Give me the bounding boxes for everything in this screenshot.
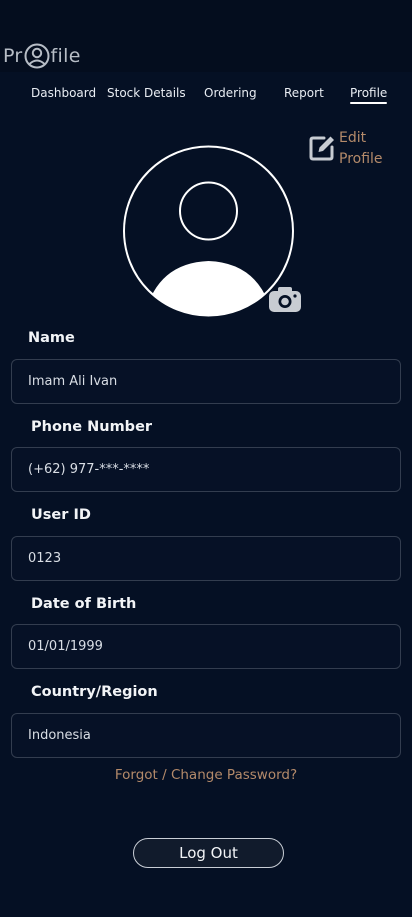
dob-label: Date of Birth <box>31 596 137 612</box>
logo-text-start: Pr <box>3 45 23 67</box>
phone-field[interactable]: (+62) 977-***-**** <box>11 447 401 492</box>
change-photo-button[interactable] <box>268 285 302 313</box>
user-id-value: 0123 <box>28 551 62 566</box>
tab-ordering[interactable]: Ordering <box>204 86 257 100</box>
phone-value: (+62) 977-***-**** <box>28 462 150 477</box>
tab-dashboard[interactable]: Dashboard <box>31 86 96 100</box>
tab-stock-details[interactable]: Stock Details <box>107 86 186 100</box>
name-label: Name <box>28 330 75 346</box>
edit-profile-label: Edit Profile <box>339 128 391 170</box>
country-field[interactable]: Indonesia <box>11 713 401 758</box>
logout-button[interactable]: Log Out <box>133 838 284 868</box>
dob-field[interactable]: 01/01/1999 <box>11 624 401 669</box>
nav-tabs: Dashboard Stock Details Ordering Report … <box>0 86 412 104</box>
edit-icon <box>308 134 336 162</box>
country-value: Indonesia <box>28 728 91 743</box>
forgot-password-link[interactable]: Forgot / Change Password? <box>0 767 412 783</box>
edit-label-line2: Profile <box>339 151 383 167</box>
edit-profile-button[interactable]: Edit Profile <box>308 128 392 170</box>
app-logo: Pr file <box>3 40 81 72</box>
country-label: Country/Region <box>31 684 158 700</box>
name-field[interactable]: Imam Ali Ivan <box>11 359 401 404</box>
phone-label: Phone Number <box>31 419 153 435</box>
dob-value: 01/01/1999 <box>28 639 103 654</box>
edit-label-line1: Edit <box>339 130 367 146</box>
user-id-label: User ID <box>31 507 91 523</box>
name-value: Imam Ali Ivan <box>28 374 118 389</box>
tab-profile[interactable]: Profile <box>350 86 388 104</box>
logo-text-end: file <box>50 45 81 67</box>
camera-icon <box>269 287 301 312</box>
tab-report[interactable]: Report <box>284 86 324 100</box>
user-icon <box>24 43 50 69</box>
user-id-field[interactable]: 0123 <box>11 536 401 581</box>
